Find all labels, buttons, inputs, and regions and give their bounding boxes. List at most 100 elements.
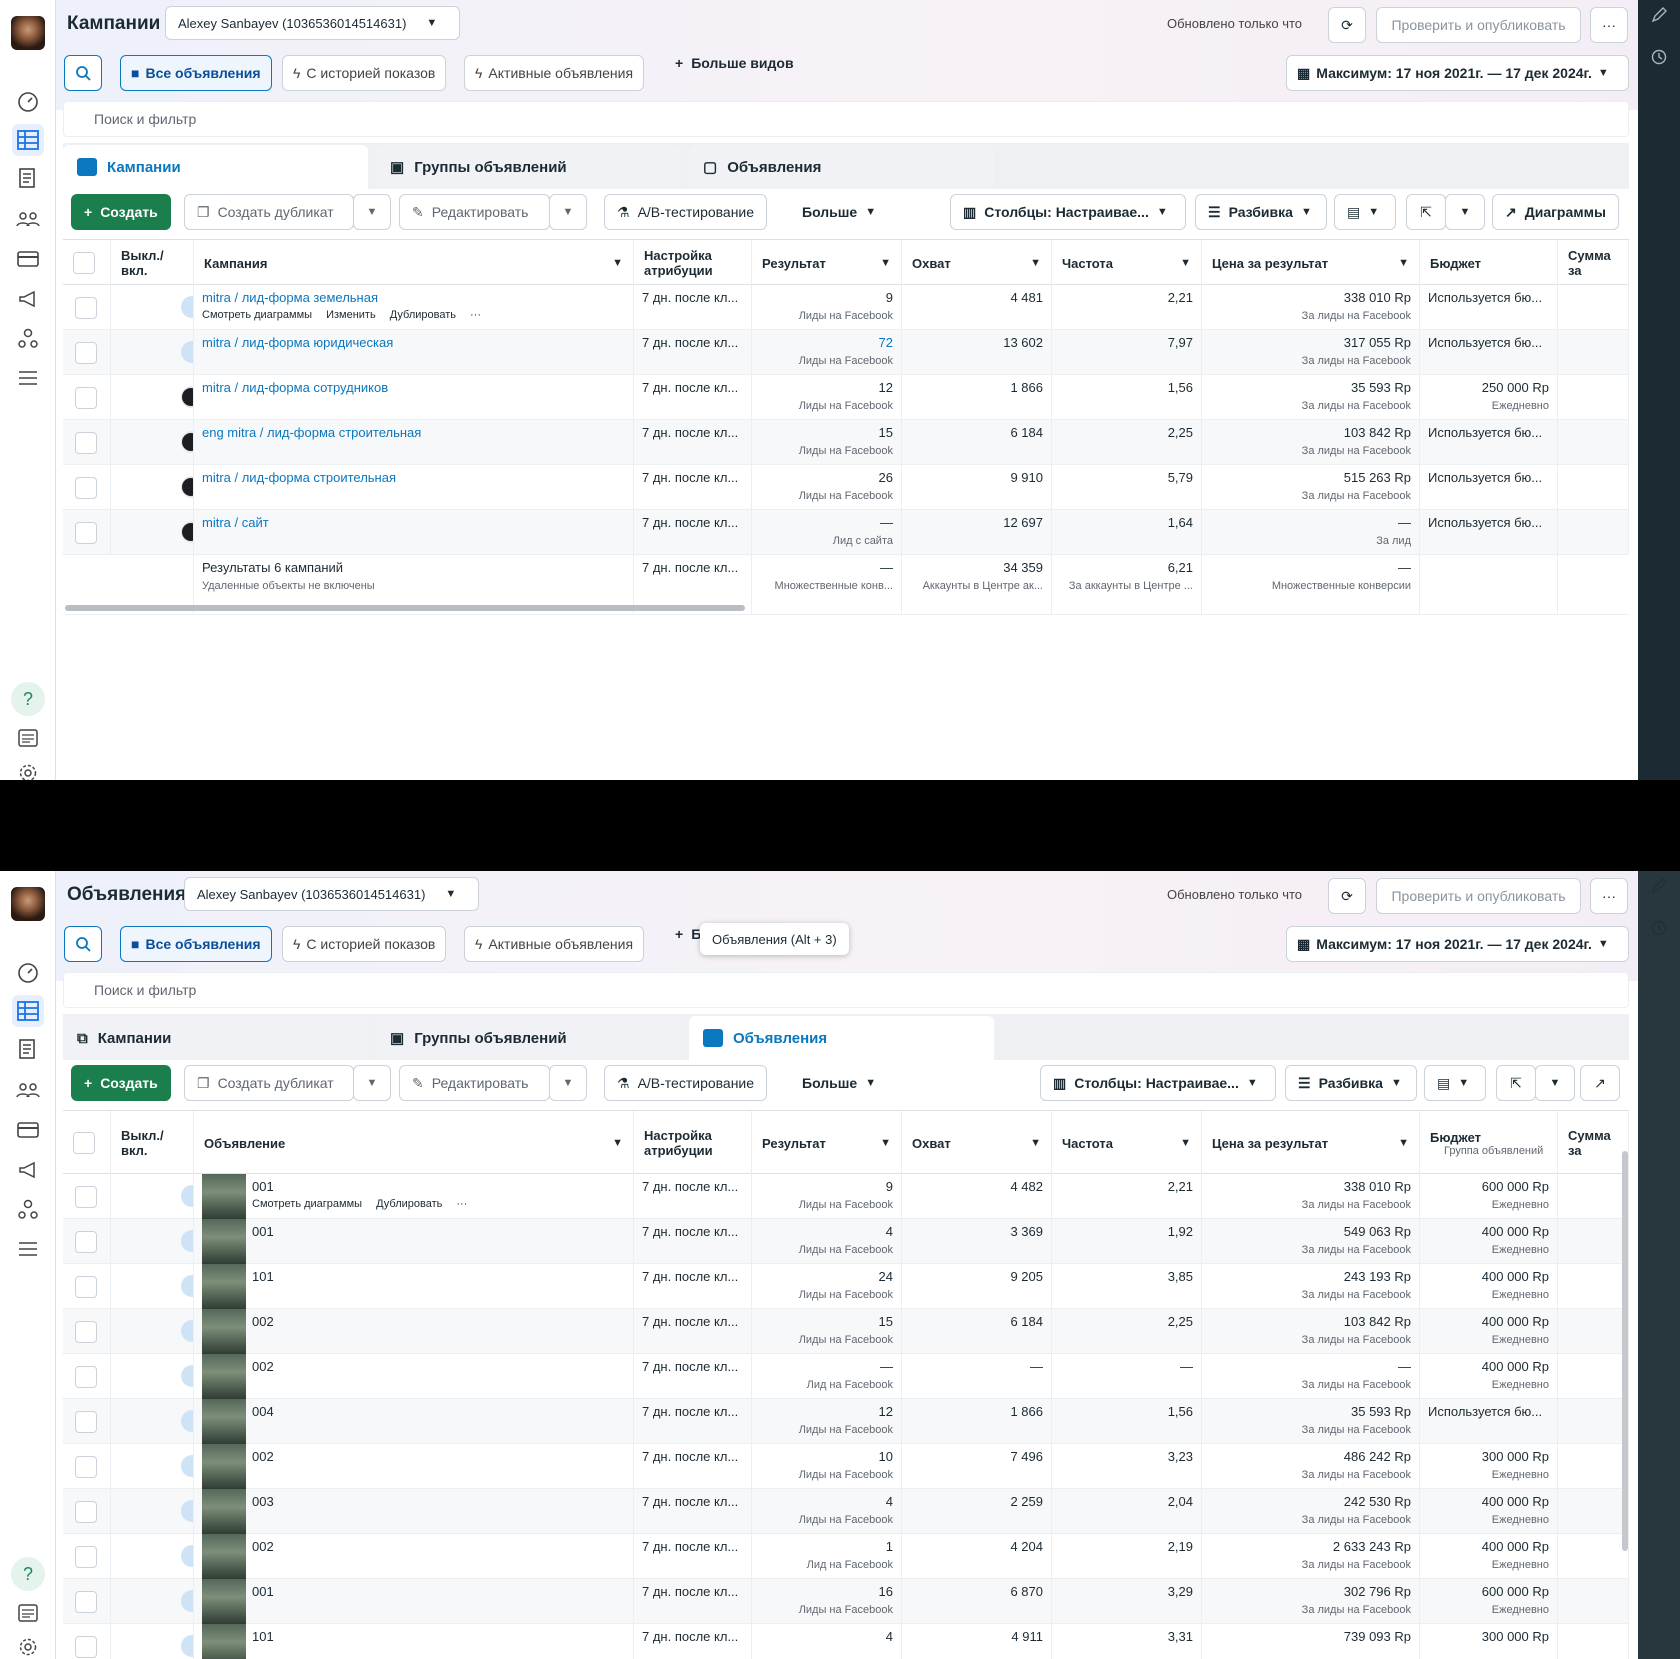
megaphone-icon[interactable] bbox=[12, 1154, 44, 1186]
campaign-name-link[interactable]: mitra / лид-форма юридическая bbox=[202, 335, 393, 350]
table-icon[interactable] bbox=[12, 124, 44, 156]
ab-test-button[interactable]: ⚗ A/B-тестирование bbox=[604, 1065, 768, 1101]
sort-icon[interactable]: ▼ bbox=[1030, 1137, 1041, 1149]
tab-campaigns[interactable]: ⧉ Кампании bbox=[63, 1016, 368, 1060]
row-action-link[interactable]: Изменить bbox=[326, 309, 376, 321]
header-frequency[interactable]: Частота ▼ bbox=[1052, 1111, 1202, 1175]
table-row[interactable]: 101 7 дн. после кл... 24 Лиды на Facebook 9 … bbox=[63, 1264, 1629, 1309]
more-views-button[interactable]: + Больше видов bbox=[675, 55, 794, 71]
ad-name[interactable]: 001 bbox=[252, 1179, 274, 1194]
table-row[interactable]: 001 7 дн. после кл... 4 Лиды на Facebook 3 3… bbox=[63, 1219, 1629, 1264]
on-off-toggle[interactable] bbox=[181, 1455, 193, 1477]
search-button[interactable] bbox=[64, 55, 102, 91]
table-row[interactable]: mitra / сайт 7 дн. после кл... — Лид с сайт… bbox=[63, 510, 1629, 555]
view-with-impressions[interactable]: ϟ С историей показов bbox=[282, 55, 447, 91]
edit-dropdown[interactable]: ▼ bbox=[549, 194, 587, 230]
avatar[interactable] bbox=[11, 887, 45, 921]
on-off-toggle[interactable] bbox=[181, 1410, 193, 1432]
row-checkbox[interactable] bbox=[75, 342, 97, 364]
campaign-name-link[interactable]: mitra / лид-форма сотрудников bbox=[202, 380, 388, 395]
on-off-toggle[interactable] bbox=[181, 521, 193, 543]
table-row[interactable]: mitra / лид-форма сотрудников 7 дн. после… bbox=[63, 375, 1629, 420]
sort-icon[interactable]: ▼ bbox=[1398, 257, 1409, 269]
audience-icon[interactable] bbox=[12, 203, 44, 235]
row-checkbox[interactable] bbox=[75, 1366, 97, 1388]
header-cost[interactable]: Цена за результат ▼ bbox=[1202, 240, 1420, 286]
on-off-toggle[interactable] bbox=[181, 1275, 193, 1297]
table-row[interactable]: 003 7 дн. после кл... 4 Лиды на Facebook 2 2… bbox=[63, 1489, 1629, 1534]
create-button[interactable]: + Создать bbox=[71, 1065, 171, 1101]
table-row[interactable]: mitra / лид-форма земельная Смотреть диаг… bbox=[63, 285, 1629, 330]
date-range-picker[interactable]: ▦ Максимум: 17 ноя 2021г. — 17 дек 2024г.… bbox=[1286, 926, 1629, 962]
billing-icon[interactable] bbox=[12, 243, 44, 275]
ad-name[interactable]: 002 bbox=[252, 1359, 274, 1374]
search-filter-input[interactable]: Поиск и фильтр bbox=[63, 101, 1629, 137]
export-button[interactable]: ⇱ bbox=[1406, 194, 1446, 230]
horizontal-scrollbar[interactable] bbox=[65, 605, 745, 611]
header-toggle[interactable]: Выкл./ вкл. bbox=[111, 1111, 194, 1175]
menu-icon[interactable] bbox=[12, 362, 44, 394]
row-checkbox[interactable] bbox=[75, 1276, 97, 1298]
row-checkbox[interactable] bbox=[75, 522, 97, 544]
export-button[interactable]: ⇱ bbox=[1496, 1065, 1536, 1101]
ad-name[interactable]: 002 bbox=[252, 1314, 274, 1329]
table-row[interactable]: 101 7 дн. после кл... 4 4 911 3,31 739 093 Rp… bbox=[63, 1624, 1629, 1659]
on-off-toggle[interactable] bbox=[181, 1185, 193, 1207]
table-row[interactable]: eng mitra / лид-форма строительная 7 дн. … bbox=[63, 420, 1629, 465]
help-icon[interactable]: ? bbox=[11, 1557, 45, 1591]
table-row[interactable]: mitra / лид-форма юридическая 7 дн. после… bbox=[63, 330, 1629, 375]
campaign-name-link[interactable]: mitra / лид-форма строительная bbox=[202, 470, 396, 485]
on-off-toggle[interactable] bbox=[181, 1500, 193, 1522]
charts-button[interactable]: ↗ Диаграммы bbox=[1492, 194, 1619, 230]
row-checkbox[interactable] bbox=[75, 387, 97, 409]
row-action-link[interactable]: Дублировать bbox=[390, 309, 456, 321]
news-icon[interactable] bbox=[12, 1597, 44, 1629]
ad-name[interactable]: 101 bbox=[252, 1269, 274, 1284]
tab-ads[interactable]: ▢ Объявления bbox=[689, 145, 994, 189]
avatar[interactable] bbox=[11, 16, 45, 50]
row-checkbox[interactable] bbox=[75, 432, 97, 454]
network-icon[interactable] bbox=[12, 322, 44, 354]
account-selector[interactable]: Alexey Sanbayev (1036536014514631) ▼ bbox=[184, 877, 479, 911]
row-checkbox[interactable] bbox=[75, 1411, 97, 1433]
search-button[interactable] bbox=[64, 926, 102, 962]
ad-name[interactable]: 001 bbox=[252, 1224, 274, 1239]
reports-button[interactable]: ▤ ▼ bbox=[1424, 1065, 1486, 1101]
ad-name[interactable]: 101 bbox=[252, 1629, 274, 1644]
tab-adsets[interactable]: ▣ Группы объявлений bbox=[376, 145, 681, 189]
refresh-button[interactable]: ⟳ bbox=[1328, 7, 1366, 43]
sort-icon[interactable]: ▼ bbox=[1398, 1137, 1409, 1149]
sort-icon[interactable]: ▼ bbox=[612, 257, 623, 269]
header-frequency[interactable]: Частота ▼ bbox=[1052, 240, 1202, 286]
reports-button[interactable]: ▤ ▼ bbox=[1334, 194, 1396, 230]
history-icon[interactable] bbox=[1650, 48, 1668, 66]
news-icon[interactable] bbox=[12, 722, 44, 754]
settings-icon[interactable] bbox=[12, 757, 44, 780]
row-checkbox[interactable] bbox=[75, 1321, 97, 1343]
breakdown-button[interactable]: ☰ Разбивка ▼ bbox=[1285, 1065, 1417, 1101]
view-all-ads[interactable]: ■ Все объявления bbox=[120, 926, 272, 962]
on-off-toggle[interactable] bbox=[181, 1590, 193, 1612]
sort-icon[interactable]: ▼ bbox=[880, 1137, 891, 1149]
tab-adsets[interactable]: ▣ Группы объявлений bbox=[376, 1016, 681, 1060]
header-name[interactable]: Кампания ▼ bbox=[194, 240, 634, 286]
header-attribution[interactable]: Настройка атрибуции bbox=[634, 1111, 752, 1175]
export-dropdown[interactable]: ▼ bbox=[1445, 194, 1485, 230]
table-row[interactable]: 001 Смотреть диаграммы Дублировать ··· 7 дн.… bbox=[63, 1174, 1629, 1219]
tab-campaigns[interactable]: Кампании bbox=[63, 145, 368, 189]
header-cost[interactable]: Цена за результат ▼ bbox=[1202, 1111, 1420, 1175]
sort-icon[interactable]: ▼ bbox=[612, 1137, 623, 1149]
on-off-toggle[interactable] bbox=[181, 431, 193, 453]
ad-name[interactable]: 002 bbox=[252, 1449, 274, 1464]
sort-icon[interactable]: ▼ bbox=[1030, 257, 1041, 269]
table-icon[interactable] bbox=[12, 995, 44, 1027]
help-icon[interactable]: ? bbox=[11, 682, 45, 716]
ellipsis-icon[interactable]: ··· bbox=[456, 1198, 467, 1210]
view-all-ads[interactable]: ■ Все объявления bbox=[120, 55, 272, 91]
table-row[interactable]: mitra / лид-форма строительная 7 дн. посл… bbox=[63, 465, 1629, 510]
header-spent[interactable]: Сумма за bbox=[1558, 240, 1629, 286]
sort-icon[interactable]: ▼ bbox=[880, 257, 891, 269]
campaign-name-link[interactable]: eng mitra / лид-форма строительная bbox=[202, 425, 421, 440]
view-with-impressions[interactable]: ϟ С историей показов bbox=[282, 926, 447, 962]
pages-icon[interactable] bbox=[12, 1033, 44, 1065]
